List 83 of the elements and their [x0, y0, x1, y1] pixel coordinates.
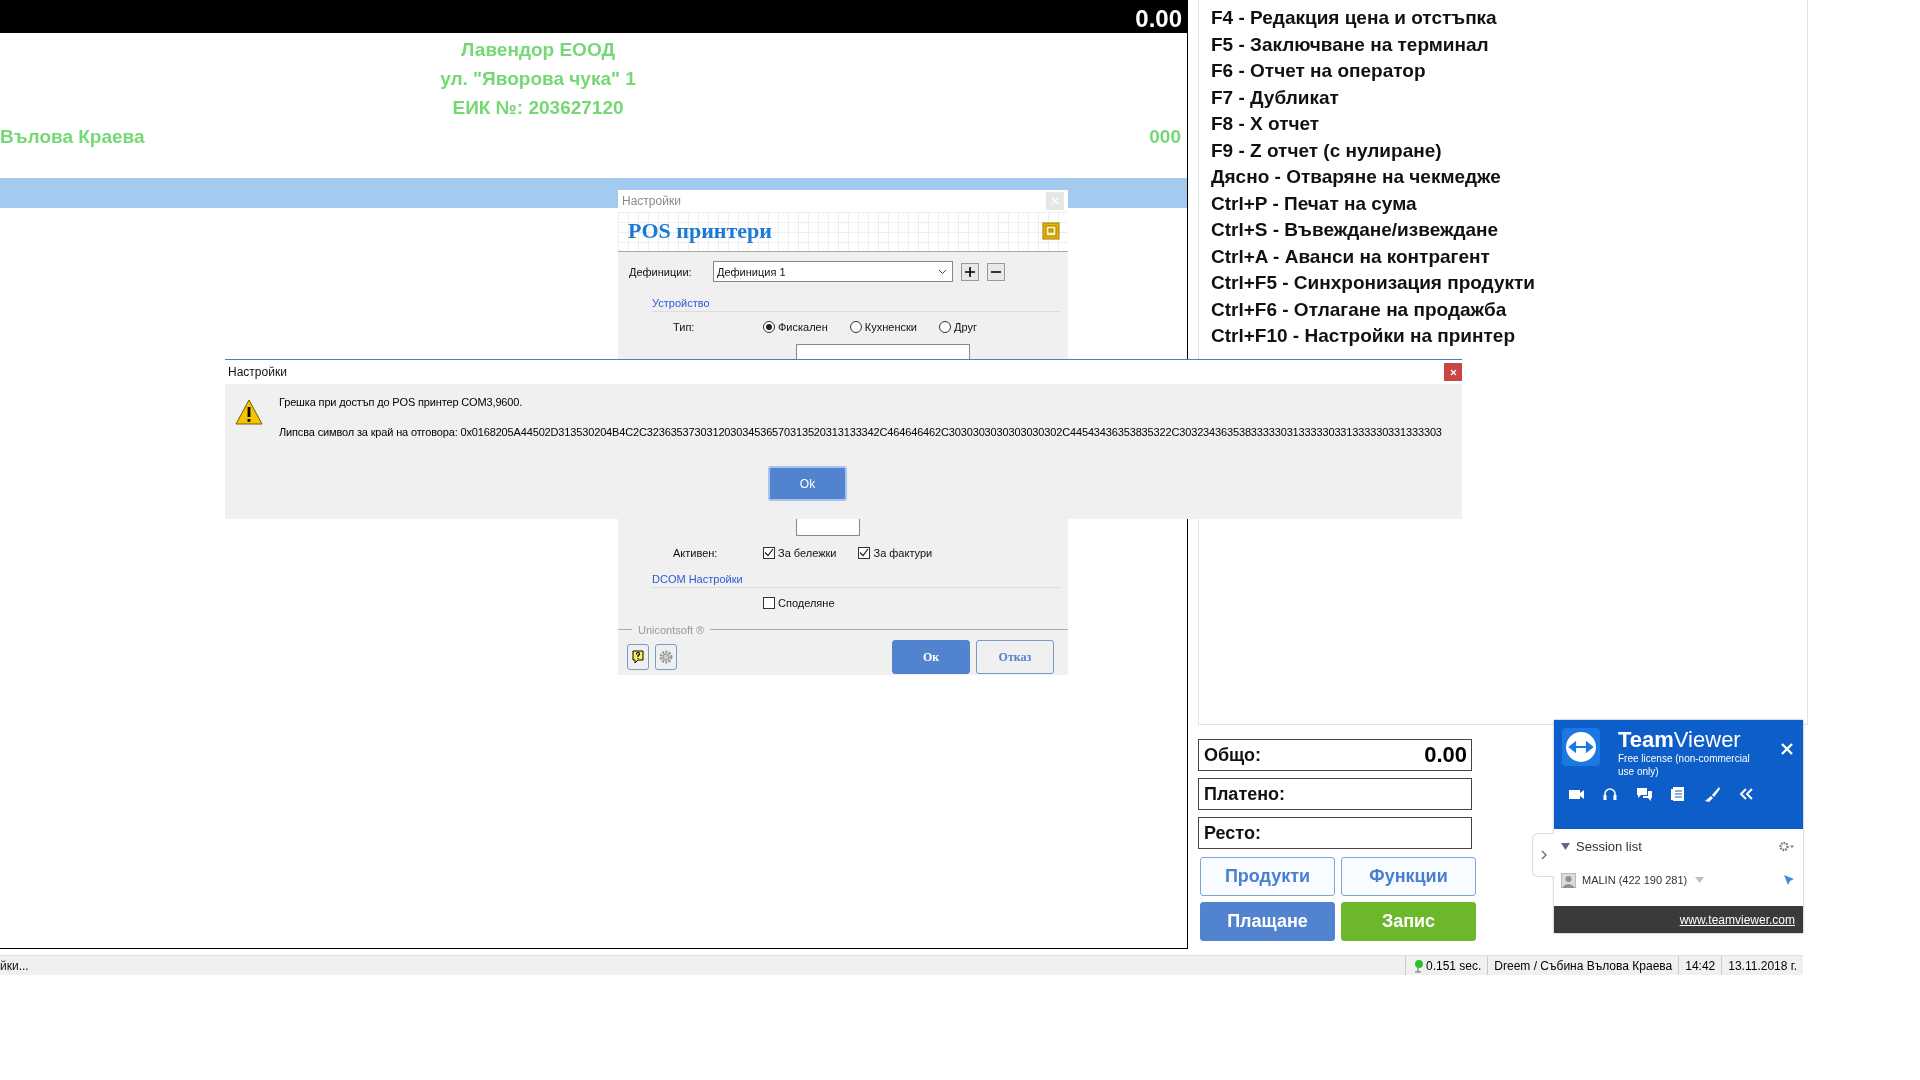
error-message: Грешка при достъп до POS принтер COM3,9600. [279, 395, 524, 410]
receipt-number: 000 [1149, 125, 1181, 149]
dialog-button[interactable]: Ок [892, 640, 970, 675]
session-item[interactable]: MALIN (422 190 281) [1554, 863, 1803, 897]
company-id: ЕИК №: 203627120 [452, 96, 624, 120]
add-button[interactable] [961, 262, 979, 281]
plus-icon [965, 266, 975, 277]
remove-button[interactable] [987, 262, 1005, 281]
field-label: Тип: [672, 321, 696, 334]
window-title: Настройки [622, 193, 681, 208]
section-heading: Устройство [652, 295, 1060, 313]
dropdown-caret-icon [938, 268, 947, 275]
definition-dropdown[interactable]: Дефиниция 1 [713, 261, 953, 283]
error-detail: Липсва символ за край на отговора: 0x0168205A44502D313530204B4C2C323635373031203034536570313520313133342C464646462C3030303030303030302C44543436353835322C30323436353833333031333330331333330331333303 [279, 425, 1442, 440]
app-title: TeamViewer [1618, 728, 1742, 752]
response-time: 0.151 sec. [1425, 958, 1482, 973]
license-text: Free license (non-commercial use only) [1618, 752, 1751, 778]
section-heading: DCOM Настройки [652, 571, 1060, 589]
radio-option[interactable]: Фискален [763, 321, 828, 334]
checkbox-option[interactable]: За бележки [763, 546, 837, 559]
shortcut-item: F4 - Редакция цена и отстъпка [1211, 6, 1498, 30]
window-title: Настройки [228, 365, 287, 379]
shortcut-item: Ctrl+F10 - Настройки на принтер [1211, 324, 1516, 348]
checkbox-option[interactable]: За фактури [858, 546, 933, 559]
radio-option[interactable]: Друг [938, 321, 977, 334]
close-icon [1051, 196, 1059, 205]
brush-icon[interactable] [1704, 786, 1721, 802]
checkmark-icon [764, 548, 774, 558]
action-button[interactable]: Продукти [1200, 857, 1335, 896]
shortcut-item: Ctrl+F6 - Отлагане на продажба [1211, 297, 1508, 322]
dialog-heading: POS принтери [628, 218, 773, 245]
checkmark-icon [859, 548, 870, 558]
total-label: Платено: [1204, 783, 1286, 805]
shortcut-item: Дясно - Отваряне на чекмедже [1211, 165, 1502, 189]
total-label: Общо: [1204, 744, 1262, 766]
shortcut-item: F9 - Z отчет (с нулиране) [1211, 138, 1443, 163]
chat-icon[interactable] [1636, 786, 1653, 802]
close-icon [1781, 742, 1793, 755]
company-name: Лавендор ЕООД [461, 38, 615, 62]
double-chevron-left-icon[interactable] [1738, 786, 1755, 802]
operator-name: Вълова Краева [0, 125, 145, 149]
total-value: 0.00 [1424, 742, 1467, 768]
status-time: 14:42 [1678, 956, 1722, 975]
brand-label: Unicontsoft ® [632, 623, 711, 636]
checkbox-option[interactable]: Споделяне [763, 597, 835, 610]
shortcut-item: F6 - Отчет на оператор [1211, 59, 1427, 83]
shortcut-item: Ctrl+A - Аванси на контрагент [1211, 244, 1491, 269]
total-label: Ресто: [1204, 822, 1261, 844]
field-label: Активен: [672, 546, 719, 559]
section-title: Session list [1576, 838, 1643, 854]
cursor-arrow-icon [1783, 874, 1795, 886]
help-button[interactable] [627, 644, 649, 671]
company-address: ул. "Яворова чука" 1 [440, 67, 636, 91]
website-link[interactable]: www.teamviewer.com [1679, 912, 1795, 927]
help-icon [632, 650, 644, 665]
action-button[interactable]: Функции [1341, 857, 1476, 896]
shortcut-item: Ctrl+F5 - Синхронизация продукти [1211, 271, 1536, 295]
close-button[interactable] [1444, 363, 1462, 381]
close-icon [1449, 368, 1457, 376]
status-date: 13.11.2018 г. [1721, 956, 1803, 975]
status-text: йки... [0, 958, 30, 973]
total-amount: 0.00 [1135, 6, 1182, 32]
settings-icon [659, 650, 673, 665]
shortcut-item: F5 - Заключване на терминал [1211, 32, 1490, 57]
person-icon [1561, 872, 1576, 888]
dropdown-caret-icon [1695, 877, 1705, 883]
shortcut-item: F7 - Дубликат [1211, 85, 1340, 110]
chevron-right-icon [1540, 850, 1547, 860]
collapse-triangle-icon[interactable] [1561, 842, 1570, 850]
document-icon[interactable] [1670, 786, 1687, 802]
printer-settings-icon [1042, 222, 1060, 241]
user-name: Dreem / Събина Вълова Краева [1487, 956, 1679, 975]
headset-icon[interactable] [1602, 786, 1619, 802]
teamviewer-logo-icon [1562, 728, 1600, 766]
shortcut-item: Ctrl+S - Въвеждане/извеждане [1211, 218, 1500, 242]
shortcut-item: Ctrl+P - Печат на сума [1211, 191, 1418, 216]
ok-button[interactable]: Ok [768, 466, 847, 501]
action-button[interactable]: Плащане [1200, 902, 1335, 941]
shortcut-item: F8 - X отчет [1211, 112, 1321, 136]
radio-option[interactable]: Кухненски [849, 321, 917, 334]
settings-icon[interactable] [1779, 840, 1795, 852]
warning-icon [235, 399, 263, 425]
field-label: Дефиниции: [629, 265, 693, 278]
